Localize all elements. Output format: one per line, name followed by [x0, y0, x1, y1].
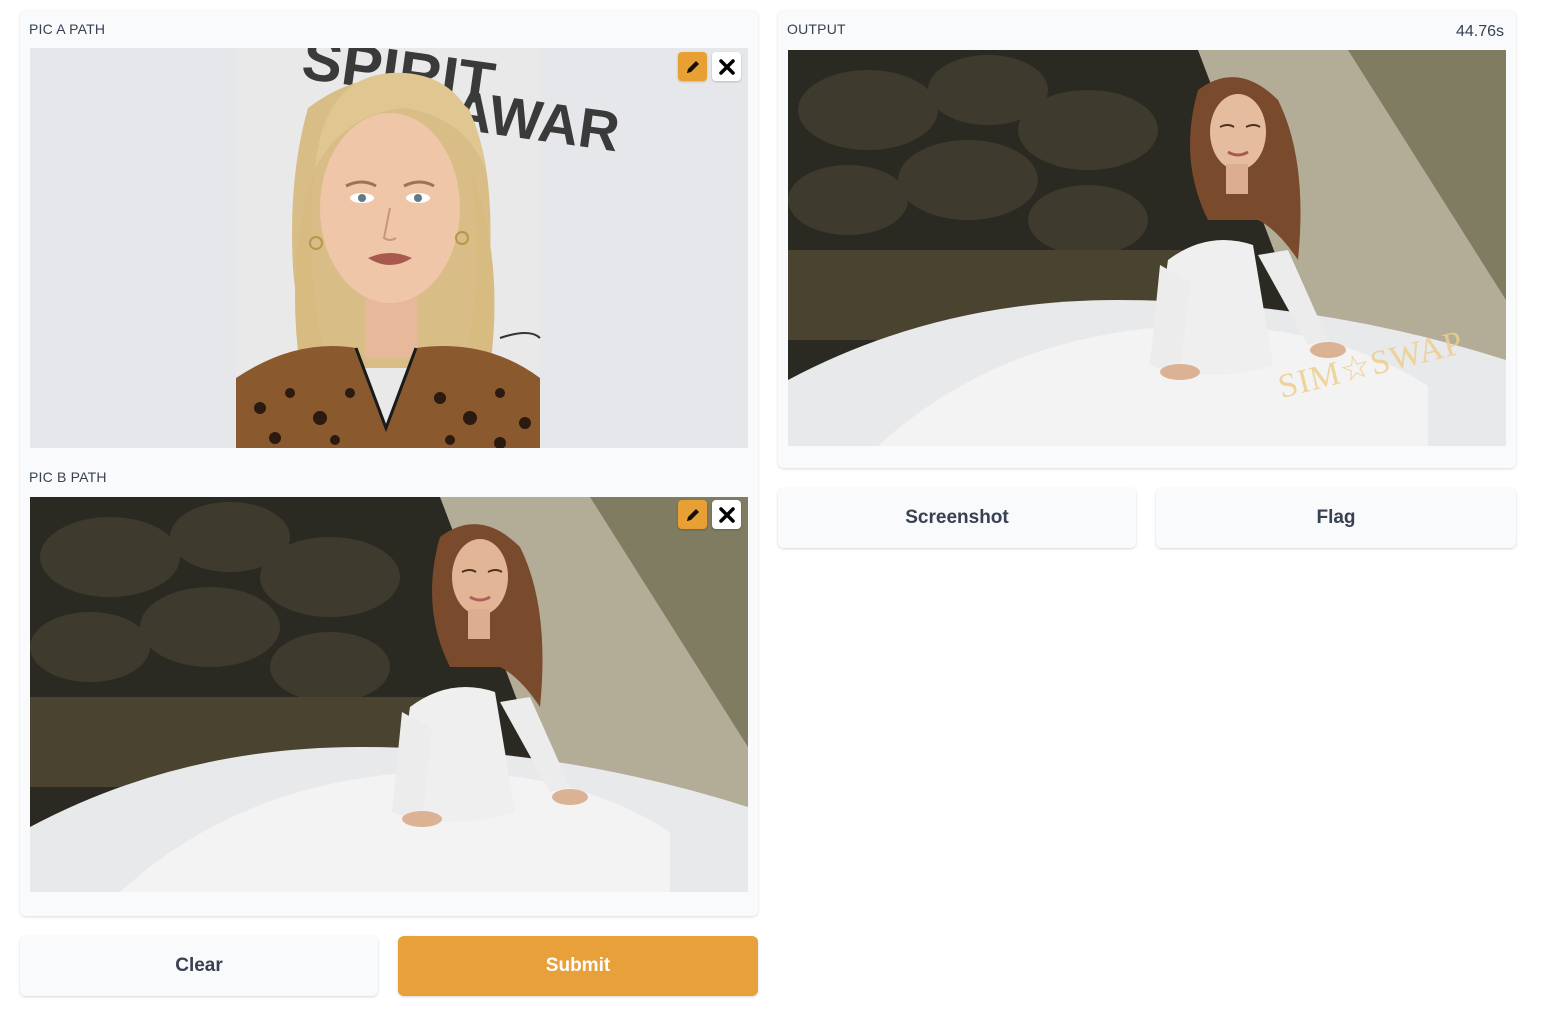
pic-b-bride-image	[30, 497, 748, 892]
close-x-icon	[718, 58, 735, 75]
screenshot-button[interactable]: Screenshot	[778, 488, 1136, 548]
pic-b-edit-button[interactable]	[678, 500, 707, 529]
pic-a-label: PIC A PATH	[29, 21, 106, 37]
pic-a-portrait-image: SPIRIT AWAR	[30, 48, 748, 448]
output-label: OUTPUT	[787, 21, 846, 37]
pic-b-label: PIC B PATH	[29, 469, 107, 485]
pencil-icon	[686, 60, 699, 73]
pic-b-remove-button[interactable]	[712, 500, 741, 529]
pic-a-remove-button[interactable]	[712, 52, 741, 81]
flag-button[interactable]: Flag	[1156, 488, 1516, 548]
pencil-icon	[686, 508, 699, 521]
output-image: SIM☆SWAP	[788, 50, 1506, 446]
pic-b-image-upload[interactable]	[30, 497, 748, 892]
pic-a-edit-button[interactable]	[678, 52, 707, 81]
clear-button[interactable]: Clear	[20, 936, 378, 996]
output-panel: OUTPUT 44.76s SIM☆SWAP	[778, 10, 1516, 468]
submit-button[interactable]: Submit	[398, 936, 758, 996]
app-root: PIC A PATH SPIRIT AWAR	[0, 0, 1566, 1010]
close-x-icon	[718, 506, 735, 523]
output-bride-image	[788, 50, 1506, 446]
pic-a-image-upload[interactable]: SPIRIT AWAR	[30, 48, 748, 448]
elapsed-time: 44.76s	[1455, 23, 1504, 40]
input-panel: PIC A PATH SPIRIT AWAR	[20, 10, 758, 916]
